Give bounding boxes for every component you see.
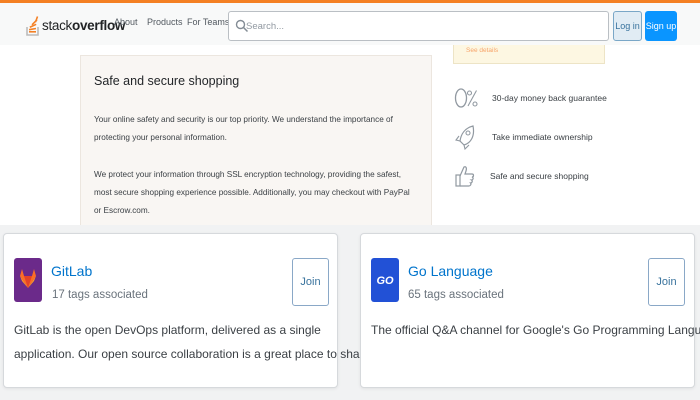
rocket-icon xyxy=(455,125,475,150)
signup-button[interactable]: Sign up xyxy=(645,11,677,41)
join-button[interactable]: Join xyxy=(648,258,685,306)
search-input[interactable] xyxy=(245,12,605,40)
go-logo-icon: GO xyxy=(371,258,399,302)
collective-tag-count: 17 tags associated xyxy=(52,289,148,301)
svg-text:GO: GO xyxy=(376,275,394,287)
stackoverflow-logo[interactable]: stackoverflow xyxy=(26,11,125,39)
collective-name[interactable]: GitLab xyxy=(51,263,92,279)
shopping-title: Safe and secure shopping xyxy=(94,74,240,88)
gitlab-logo-icon xyxy=(14,258,42,302)
thumbs-up-icon xyxy=(455,166,475,187)
zero-percent-icon xyxy=(454,88,478,108)
feature-money-back: 30-day money back guarantee xyxy=(492,93,607,103)
feature-immediate-ownership: Take immediate ownership xyxy=(492,132,593,142)
partial-card: See details xyxy=(453,45,605,64)
nav-products[interactable]: Products xyxy=(147,17,183,27)
collective-name[interactable]: Go Language xyxy=(408,263,493,279)
collective-description: GitLab is the open DevOps platform, deli… xyxy=(14,323,321,337)
search-box[interactable] xyxy=(228,11,609,41)
collective-card-gitlab[interactable]: GitLab 17 tags associated Join GitLab is… xyxy=(3,233,372,388)
stack-logo-icon xyxy=(26,16,39,36)
nav-for-teams[interactable]: For Teams xyxy=(187,17,229,27)
collective-card-go-language[interactable]: GO Go Language 65 tags associated Join T… xyxy=(360,233,700,388)
nav-about[interactable]: About xyxy=(114,17,138,27)
login-button[interactable]: Log in xyxy=(613,11,642,41)
collective-description: application. Our open source collaborati… xyxy=(14,347,372,361)
feature-secure-shopping: Safe and secure shopping xyxy=(490,171,589,181)
collective-tag-count: 65 tags associated xyxy=(408,289,504,301)
logo-text-light: stack xyxy=(42,17,73,33)
collective-description: The official Q&A channel for Google's Go… xyxy=(371,323,700,337)
join-button[interactable]: Join xyxy=(292,258,329,306)
shopping-text-line: protecting your personal information. xyxy=(94,133,227,142)
shopping-text-line: or Escrow.com. xyxy=(94,206,150,215)
top-bar: stackoverflow About Products For Teams L… xyxy=(0,0,700,45)
partial-card-link[interactable]: See details xyxy=(466,47,498,54)
